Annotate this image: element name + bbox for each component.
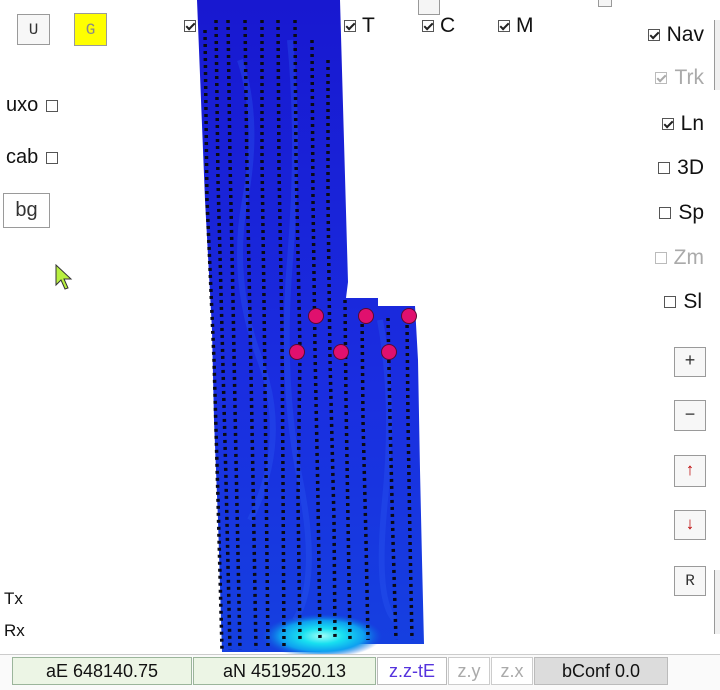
sp-label: Sp	[678, 201, 704, 224]
3d-checkbox[interactable]	[658, 162, 671, 174]
view-zy-button[interactable]: z.y	[448, 657, 490, 685]
target-marker[interactable]	[289, 344, 305, 360]
right-scroll-stub-top[interactable]	[714, 20, 720, 90]
sl-checkbox[interactable]	[664, 296, 677, 308]
pan-down-label: ↓	[684, 515, 696, 535]
ln-label: Ln	[680, 112, 704, 135]
3d-label: 3D	[677, 156, 704, 179]
northing-readout: aN 4519520.13	[193, 657, 376, 685]
zm-label: Zm	[673, 246, 704, 269]
sl-toggle[interactable]: Sl	[664, 288, 702, 316]
zm-checkbox	[654, 252, 667, 264]
target-marker[interactable]	[381, 344, 397, 360]
3d-toggle[interactable]: 3D	[658, 154, 704, 182]
pan-up-button[interactable]: ↑	[674, 455, 706, 487]
nav-toggle[interactable]: Nav	[647, 21, 704, 49]
nav-checkbox[interactable]	[647, 29, 660, 41]
zoom-out-label: −	[684, 405, 696, 426]
trk-label: Trk	[674, 66, 704, 89]
survey-grid-canvas[interactable]	[0, 0, 720, 689]
sl-label: Sl	[683, 290, 702, 313]
pan-down-button[interactable]: ↓	[674, 510, 706, 540]
easting-readout: aE 648140.75	[12, 657, 192, 685]
trk-checkbox	[655, 72, 668, 84]
target-marker[interactable]	[401, 308, 417, 324]
ln-checkbox[interactable]	[661, 118, 674, 130]
reset-label: R	[685, 572, 695, 590]
target-marker[interactable]	[308, 308, 324, 324]
right-scroll-stub-bottom[interactable]	[714, 570, 720, 634]
anomaly-hotspot	[262, 614, 382, 658]
ln-toggle[interactable]: Ln	[661, 110, 704, 138]
target-marker[interactable]	[333, 344, 349, 360]
zm-toggle: Zm	[654, 244, 704, 272]
confidence-readout: bConf 0.0	[534, 657, 668, 685]
pan-up-label: ↑	[684, 461, 696, 481]
sp-toggle[interactable]: Sp	[659, 199, 704, 227]
view-zt-button[interactable]: z.z-tE	[377, 657, 447, 685]
view-zx-button[interactable]: z.x	[491, 657, 533, 685]
zoom-in-button[interactable]: +	[674, 347, 706, 377]
zoom-out-button[interactable]: −	[674, 400, 706, 431]
zoom-in-label: +	[684, 352, 696, 372]
sp-checkbox[interactable]	[659, 207, 672, 219]
target-marker[interactable]	[358, 308, 374, 324]
trk-toggle: Trk	[655, 64, 704, 92]
reset-button[interactable]: R	[674, 566, 706, 596]
nav-label: Nav	[666, 23, 704, 46]
